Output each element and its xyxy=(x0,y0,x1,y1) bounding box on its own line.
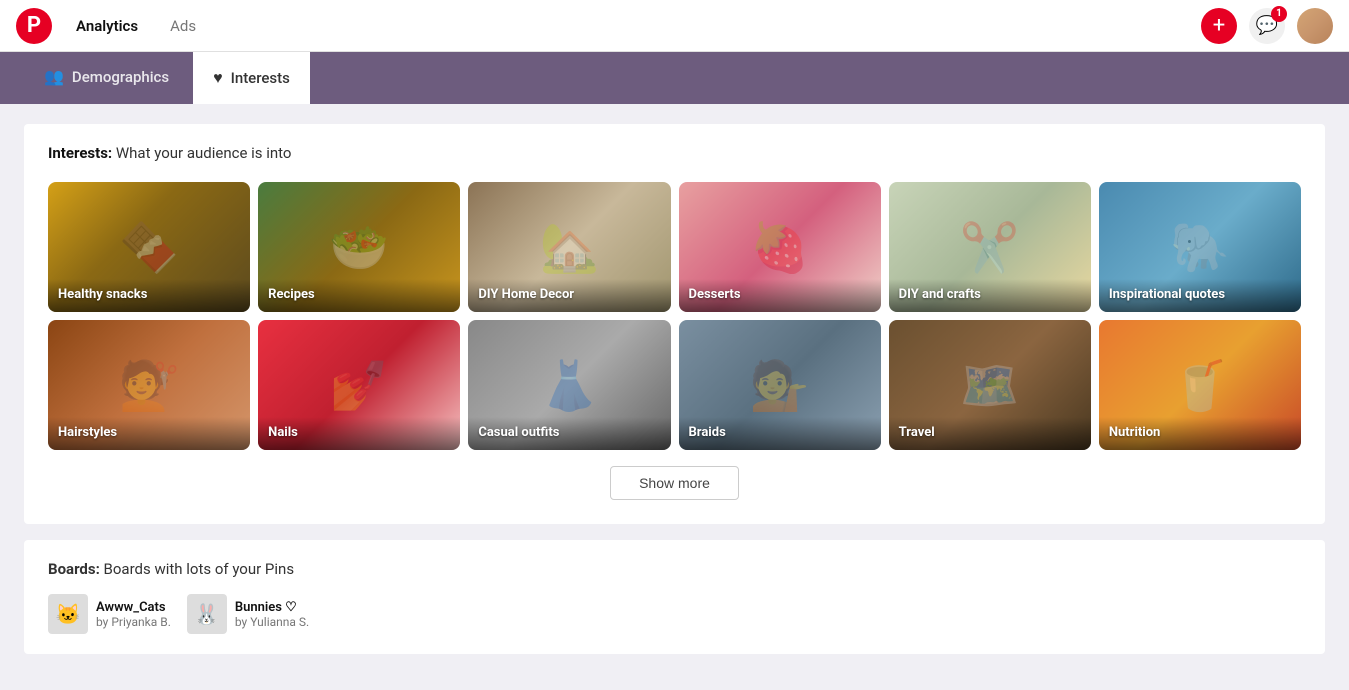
interest-label-healthy-snacks: Healthy snacks xyxy=(58,287,240,304)
interest-item-nutrition[interactable]: 🥤 Nutrition xyxy=(1099,320,1301,450)
interest-item-healthy-snacks[interactable]: 🍫 Healthy snacks xyxy=(48,182,250,312)
tab-demographics[interactable]: 👥 Demographics xyxy=(24,52,189,104)
tab-bar: 👥 Demographics ♥ Interests xyxy=(0,52,1349,104)
interest-label-braids: Braids xyxy=(689,425,871,442)
interest-item-diy-crafts[interactable]: ✂️ DIY and crafts xyxy=(889,182,1091,312)
interest-item-travel[interactable]: 🗺️ Travel xyxy=(889,320,1091,450)
interest-label-desserts: Desserts xyxy=(689,287,871,304)
board-info-bunnies: Bunnies ♡ by Yulianna S. xyxy=(235,600,309,629)
interest-label-recipes: Recipes xyxy=(268,287,450,304)
interest-label-casual-outfits: Casual outfits xyxy=(478,425,660,442)
interest-label-diy-crafts: DIY and crafts xyxy=(899,287,1081,304)
nav-ads[interactable]: Ads xyxy=(158,11,208,41)
interest-label-hairstyles: Hairstyles xyxy=(58,425,240,442)
board-info-awww-cats: Awww_Cats by Priyanka B. xyxy=(96,600,171,629)
user-avatar[interactable] xyxy=(1297,8,1333,44)
interest-label-travel: Travel xyxy=(899,425,1081,442)
app-header: P Analytics Ads + 💬 1 xyxy=(0,0,1349,52)
interest-item-inspirational-quotes[interactable]: 🐘 Inspirational quotes xyxy=(1099,182,1301,312)
interest-label-diy-home-decor: DIY Home Decor xyxy=(478,287,660,304)
interests-grid: 🍫 Healthy snacks 🥗 Recipes 🏡 DIY Home De… xyxy=(48,182,1301,450)
interest-overlay-nails: Nails xyxy=(258,417,460,450)
board-name-awww-cats: Awww_Cats xyxy=(96,600,171,615)
add-button[interactable]: + xyxy=(1201,8,1237,44)
interest-item-desserts[interactable]: 🍓 Desserts xyxy=(679,182,881,312)
interest-label-nails: Nails xyxy=(268,425,450,442)
interest-overlay-desserts: Desserts xyxy=(679,279,881,312)
interests-section-title: Interests: What your audience is into xyxy=(48,144,1301,162)
interest-overlay-healthy-snacks: Healthy snacks xyxy=(48,279,250,312)
interest-item-braids[interactable]: 💁 Braids xyxy=(679,320,881,450)
boards-section-title: Boards: Boards with lots of your Pins xyxy=(48,560,1301,578)
main-content: Interests: What your audience is into 🍫 … xyxy=(0,104,1349,690)
show-more-wrapper: Show more xyxy=(48,466,1301,500)
interest-overlay-casual-outfits: Casual outfits xyxy=(468,417,670,450)
interest-overlay-travel: Travel xyxy=(889,417,1091,450)
interest-item-hairstyles[interactable]: 💇 Hairstyles xyxy=(48,320,250,450)
interest-overlay-diy-home-decor: DIY Home Decor xyxy=(468,279,670,312)
interest-label-nutrition: Nutrition xyxy=(1109,425,1291,442)
interest-overlay-braids: Braids xyxy=(679,417,881,450)
interest-item-diy-home-decor[interactable]: 🏡 DIY Home Decor xyxy=(468,182,670,312)
board-thumb-bunnies: 🐰 xyxy=(187,594,227,634)
interest-label-inspirational-quotes: Inspirational quotes xyxy=(1109,287,1291,304)
interests-card: Interests: What your audience is into 🍫 … xyxy=(24,124,1325,524)
board-item-bunnies[interactable]: 🐰 Bunnies ♡ by Yulianna S. xyxy=(187,594,309,634)
interest-item-nails[interactable]: 💅 Nails xyxy=(258,320,460,450)
board-by-awww-cats: by Priyanka B. xyxy=(96,615,171,629)
show-more-button[interactable]: Show more xyxy=(610,466,739,500)
demographics-icon: 👥 xyxy=(44,67,64,86)
interest-item-casual-outfits[interactable]: 👗 Casual outfits xyxy=(468,320,670,450)
interests-icon: ♥ xyxy=(213,68,223,88)
interest-overlay-hairstyles: Hairstyles xyxy=(48,417,250,450)
interest-overlay-diy-crafts: DIY and crafts xyxy=(889,279,1091,312)
interest-overlay-recipes: Recipes xyxy=(258,279,460,312)
notification-badge: 1 xyxy=(1271,6,1287,22)
board-by-bunnies: by Yulianna S. xyxy=(235,615,309,629)
nav-analytics[interactable]: Analytics xyxy=(64,11,150,41)
interest-overlay-inspirational-quotes: Inspirational quotes xyxy=(1099,279,1301,312)
header-right: + 💬 1 xyxy=(1201,8,1333,44)
messages-button[interactable]: 💬 1 xyxy=(1249,8,1285,44)
pinterest-logo[interactable]: P xyxy=(16,8,52,44)
boards-row: 🐱 Awww_Cats by Priyanka B. 🐰 Bunnies ♡ b… xyxy=(48,594,1301,634)
board-thumb-awww-cats: 🐱 xyxy=(48,594,88,634)
main-nav: Analytics Ads xyxy=(64,11,208,41)
tab-interests[interactable]: ♥ Interests xyxy=(193,52,310,104)
board-name-bunnies: Bunnies ♡ xyxy=(235,600,309,615)
board-item-awww-cats[interactable]: 🐱 Awww_Cats by Priyanka B. xyxy=(48,594,171,634)
interest-overlay-nutrition: Nutrition xyxy=(1099,417,1301,450)
boards-card: Boards: Boards with lots of your Pins 🐱 … xyxy=(24,540,1325,654)
interest-item-recipes[interactable]: 🥗 Recipes xyxy=(258,182,460,312)
